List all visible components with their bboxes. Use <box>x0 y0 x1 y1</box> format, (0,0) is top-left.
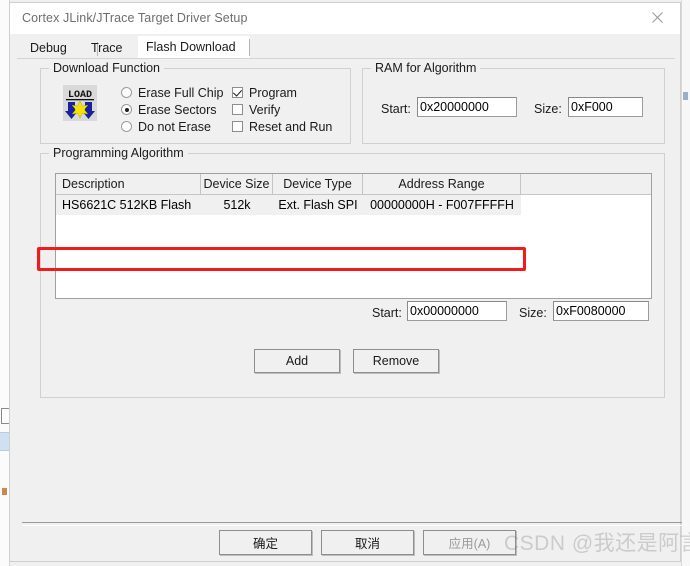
target-driver-setup-dialog: Cortex JLink/JTrace Target Driver Setup … <box>9 2 682 562</box>
tab-trace-label: Trace <box>91 41 123 55</box>
radio-do-not-erase-mark <box>121 121 132 132</box>
close-button[interactable] <box>635 3 680 32</box>
tab-flash-download[interactable]: Flash Download <box>138 36 250 59</box>
download-function-group: Download Function LOAD Erase Full Chip E… <box>40 61 351 144</box>
checkbox-verify-label: Verify <box>249 103 281 117</box>
add-button[interactable]: Add <box>254 349 340 373</box>
download-function-title: Download Function <box>49 61 165 75</box>
table-header-row: Description Device Size Device Type Addr… <box>56 174 651 195</box>
checkbox-program-label: Program <box>249 86 297 100</box>
algo-size-label: Size: <box>519 306 547 320</box>
programming-algorithm-title: Programming Algorithm <box>49 146 188 160</box>
radio-erase-full-chip-label: Erase Full Chip <box>138 86 224 100</box>
tab-debug-label: Debug <box>30 41 67 55</box>
ram-for-algorithm-title: RAM for Algorithm <box>371 61 481 75</box>
background-ghost-icon <box>2 488 7 495</box>
ram-start-input[interactable] <box>417 97 517 117</box>
cell-device-type: Ext. Flash SPI <box>278 198 358 212</box>
algo-start-label: Start: <box>372 306 402 320</box>
cancel-button[interactable]: 取消 <box>321 530 414 555</box>
column-header-description[interactable]: Description <box>56 174 201 194</box>
load-icon: LOAD <box>63 85 97 121</box>
ram-for-algorithm-group: RAM for Algorithm Start: Size: <box>362 61 665 144</box>
programming-algorithm-group: Programming Algorithm Description Device… <box>40 146 665 398</box>
ok-button[interactable]: 确定 <box>219 530 312 555</box>
checkbox-verify-mark <box>232 104 243 115</box>
title-bar: Cortex JLink/JTrace Target Driver Setup <box>10 3 680 34</box>
radio-erase-full-chip-mark <box>121 87 132 98</box>
tab-strip: Debug Trace Flash Download <box>17 36 675 59</box>
checkbox-program-mark <box>232 87 243 98</box>
remove-button[interactable]: Remove <box>353 349 439 373</box>
cell-extra <box>521 195 651 215</box>
checkbox-reset-and-run-label: Reset and Run <box>249 120 333 134</box>
background-ghost-selection <box>0 432 9 451</box>
dialog-client-area: Download Function LOAD Erase Full Chip E… <box>17 59 675 514</box>
cell-description: HS6621C 512KB Flash <box>62 198 192 212</box>
background-right-panel <box>681 0 690 566</box>
table-row[interactable]: HS6621C 512KB Flash 512k Ext. Flash SPI … <box>56 195 651 215</box>
ram-size-input[interactable] <box>568 97 643 117</box>
column-header-address-range[interactable]: Address Range <box>363 174 521 194</box>
ram-start-label: Start: <box>381 102 411 116</box>
column-header-device-type[interactable]: Device Type <box>273 174 363 194</box>
apply-button[interactable]: 应用(A) <box>423 530 516 555</box>
cell-address-range: 00000000H - F007FFFFH <box>370 198 514 212</box>
tab-flash-download-label: Flash Download <box>146 40 236 54</box>
footer-separator <box>22 522 682 526</box>
algo-size-input[interactable] <box>553 301 649 321</box>
window-title: Cortex JLink/JTrace Target Driver Setup <box>22 11 248 25</box>
column-header-extra[interactable] <box>521 174 651 194</box>
radio-do-not-erase-label: Do not Erase <box>138 120 211 134</box>
cell-device-size: 512k <box>223 198 251 212</box>
close-icon <box>652 12 663 23</box>
column-header-device-size[interactable]: Device Size <box>201 174 273 194</box>
ram-size-label: Size: <box>534 102 562 116</box>
radio-erase-sectors-mark <box>121 104 132 115</box>
background-right-marker <box>683 92 688 100</box>
radio-erase-sectors-label: Erase Sectors <box>138 103 217 117</box>
programming-algorithm-table[interactable]: Description Device Size Device Type Addr… <box>55 173 652 299</box>
checkbox-reset-and-run-mark <box>232 121 243 132</box>
algo-start-input[interactable] <box>407 301 507 321</box>
